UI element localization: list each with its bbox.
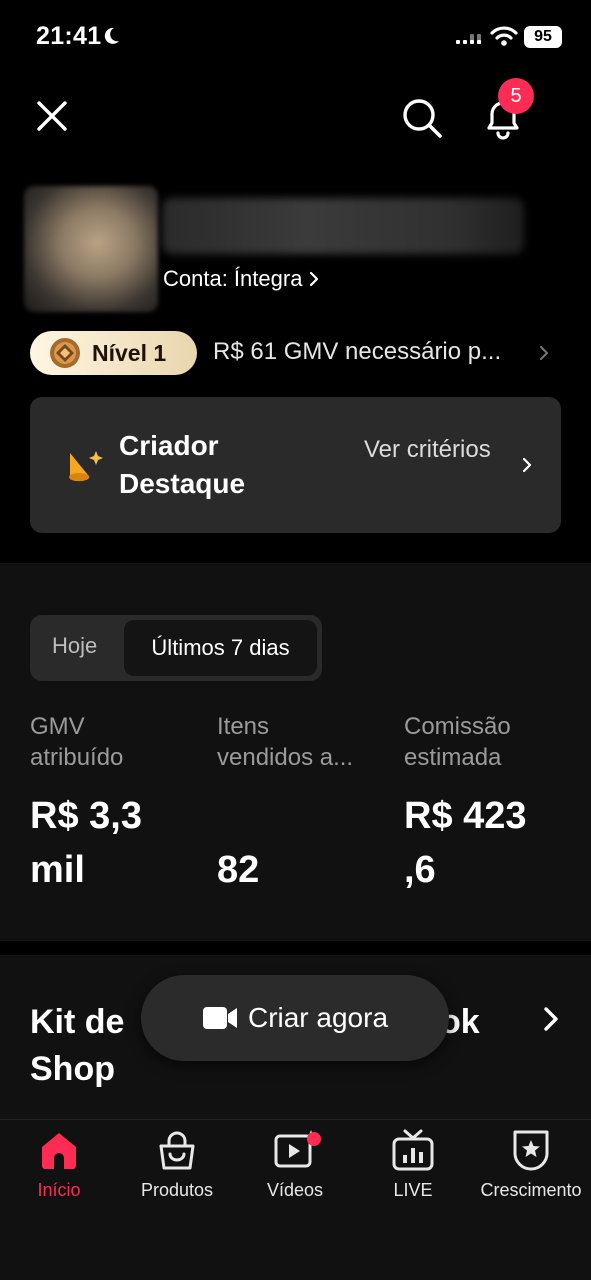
metric-value: R$ 423 [404, 795, 527, 837]
wifi-icon [490, 26, 518, 46]
video-camera-icon [202, 1007, 237, 1029]
tab-home[interactable]: Início [0, 1128, 118, 1208]
sparkle-cone-icon [69, 451, 103, 482]
shopping-bag-icon [159, 1131, 195, 1170]
create-now-label: Criar agora [247, 1002, 389, 1033]
account-status-label: Conta: Íntegra [163, 266, 303, 291]
metric-value: R$ 3,3 [30, 795, 142, 837]
chevron-right-icon [522, 457, 532, 473]
tab-videos[interactable]: Vídeos [236, 1128, 354, 1208]
metric-value: 82 [217, 849, 260, 891]
view-criteria-link[interactable]: Ver critérios [364, 433, 504, 466]
chevron-right-icon[interactable] [542, 1005, 560, 1033]
featured-creator-card[interactable]: Criador Destaque Ver critérios [30, 397, 561, 533]
level-badge[interactable]: Nível 1 [30, 331, 197, 375]
medal-icon [50, 338, 80, 368]
create-now-button[interactable]: Criar agora [141, 975, 449, 1061]
featured-creator-title: Criador Destaque [119, 430, 246, 499]
tab-videos-label: Vídeos [266, 1180, 324, 1200]
tab-last-7-days[interactable]: Últimos 7 dias [124, 620, 317, 676]
metric-label: vendidos a... [217, 744, 354, 771]
battery-indicator: 95 [524, 26, 562, 48]
metric-label: GMV [30, 713, 85, 740]
metric-commission[interactable]: Comissão estimada R$ 423 ,6 [404, 711, 574, 891]
tab-live[interactable]: LIVE [354, 1128, 472, 1208]
metric-gmv[interactable]: GMV atribuído R$ 3,3 mil [30, 711, 200, 891]
tab-live-label: LIVE [393, 1180, 433, 1200]
stats-section: Hoje Últimos 7 dias GMV atribuído R$ 3,3… [0, 563, 591, 941]
level-label: Nível 1 [92, 339, 167, 366]
tab-growth[interactable]: Crescimento [472, 1128, 590, 1208]
tab-products-label: Produtos [140, 1180, 214, 1200]
metric-label: atribuído [30, 744, 124, 771]
tab-products[interactable]: Produtos [118, 1128, 236, 1208]
tab-growth-label: Crescimento [480, 1180, 582, 1200]
metric-value: mil [30, 849, 85, 891]
live-tv-icon [392, 1129, 434, 1171]
metric-label: Comissão [404, 713, 511, 740]
avatar[interactable] [24, 186, 158, 312]
notification-badge: 5 [498, 78, 534, 114]
metric-label: Itens [217, 713, 270, 740]
period-selector: Hoje Últimos 7 dias [30, 615, 322, 681]
status-time: 21:41 [36, 22, 102, 50]
profile-name-blurred [162, 198, 524, 254]
tab-home-label: Início [37, 1180, 81, 1200]
close-icon[interactable] [34, 98, 70, 134]
new-content-dot [307, 1132, 321, 1146]
metric-items-sold[interactable]: Itens vendidos a... 82 [217, 711, 387, 891]
chevron-right-icon [310, 271, 319, 287]
moon-icon [104, 27, 119, 44]
signal-icon [456, 34, 481, 44]
account-status-link[interactable]: Conta: Íntegra [163, 266, 320, 292]
chevron-right-icon[interactable] [539, 345, 549, 361]
metric-label: estimada [404, 744, 502, 771]
kit-title: Kit de Shop [30, 1003, 125, 1088]
home-icon [42, 1133, 76, 1169]
metric-value: ,6 [404, 849, 436, 891]
search-icon[interactable] [400, 96, 444, 140]
gmv-needed-text[interactable]: R$ 61 GMV necessário p... [213, 338, 501, 366]
tab-today[interactable]: Hoje [52, 633, 97, 659]
star-shield-icon [513, 1130, 549, 1171]
bottom-tab-bar: Início Produtos Vídeos LIVE Crescimento [0, 1120, 591, 1280]
status-bar: 21:41 95 [0, 0, 591, 76]
